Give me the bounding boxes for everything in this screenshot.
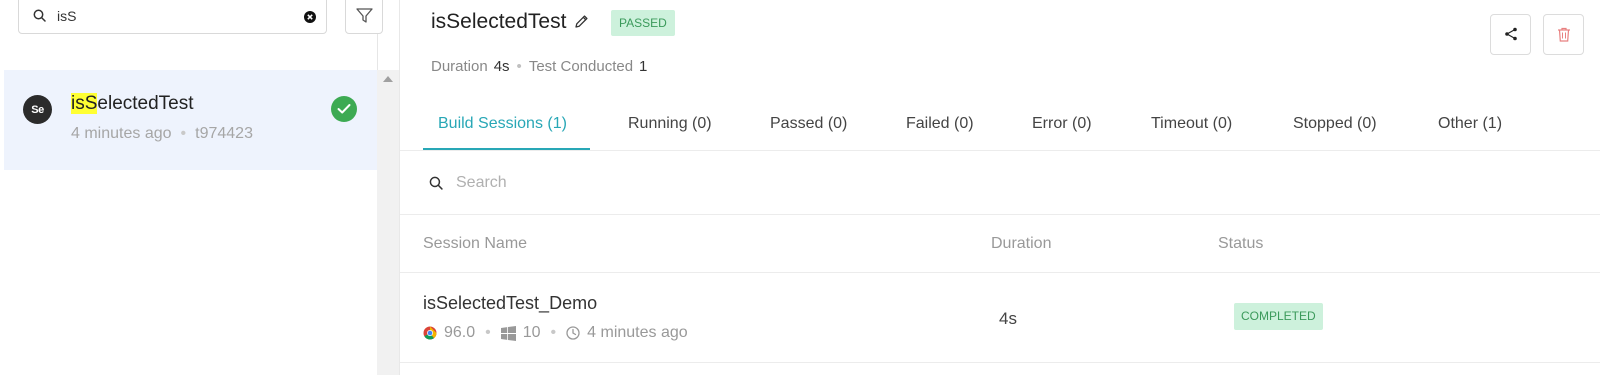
conducted-value: 1: [639, 58, 648, 75]
tab-passed[interactable]: Passed (0): [770, 115, 847, 133]
share-icon: [1505, 27, 1517, 41]
column-duration: Duration: [991, 235, 1052, 252]
session-meta: 96.0 • 10 • 4 minutes ago: [423, 324, 688, 342]
trash-icon: [1558, 27, 1570, 42]
test-meta: 4 minutes ago • t974423: [71, 125, 253, 143]
tab-running[interactable]: Running (0): [628, 115, 712, 133]
separator-dot: •: [180, 125, 187, 142]
session-search-input[interactable]: Search: [456, 174, 507, 192]
status-badge: PASSED: [611, 10, 675, 36]
session-name[interactable]: isSelectedTest_Demo: [423, 293, 597, 314]
tab-failed[interactable]: Failed (0): [906, 115, 974, 133]
delete-button[interactable]: [1543, 14, 1584, 55]
share-button[interactable]: [1490, 14, 1531, 55]
search-value[interactable]: isS: [57, 8, 76, 24]
page-title: isSelectedTest: [431, 10, 567, 33]
sidebar-scrollbar[interactable]: [377, 70, 399, 375]
test-id: t974423: [195, 125, 253, 142]
session-status-badge: COMPLETED: [1234, 303, 1323, 330]
test-name-rest: electedTest: [97, 93, 194, 114]
edit-icon[interactable]: [574, 14, 589, 34]
table-header: Session Name Duration Status: [400, 215, 1600, 273]
test-summary: Duration 4s • Test Conducted 1: [431, 58, 647, 75]
scroll-up-arrow-icon[interactable]: [383, 76, 393, 82]
tab-build-sessions[interactable]: Build Sessions (1): [438, 115, 567, 133]
test-time: 4 minutes ago: [71, 125, 172, 142]
session-search[interactable]: Search: [400, 151, 1600, 215]
test-list-item[interactable]: Se isSelectedTest 4 minutes ago • t974423: [4, 70, 377, 170]
check-icon: [337, 104, 351, 114]
table-row[interactable]: isSelectedTest_Demo 96.0 • 10 • 4 minute…: [400, 273, 1600, 363]
separator-dot: •: [550, 324, 557, 341]
browser-version: 96.0: [444, 324, 476, 341]
right-pane: isSelectedTest PASSED Duration 4s • Test Co…: [399, 0, 1600, 375]
tab-other[interactable]: Other (1): [1438, 115, 1502, 133]
column-session-name: Session Name: [423, 235, 528, 252]
left-pane: isS Se isSelectedTest 4 minutes ago • t974…: [0, 0, 383, 375]
column-status: Status: [1218, 235, 1264, 252]
separator-dot: •: [516, 58, 522, 75]
clock-icon: [566, 326, 580, 340]
search-highlight: isS: [71, 93, 98, 114]
os-version: 10: [522, 324, 541, 341]
tab-stopped[interactable]: Stopped (0): [1293, 115, 1377, 133]
test-name: isSelectedTest: [71, 93, 194, 115]
filter-icon: [356, 8, 373, 23]
search-icon: [33, 9, 46, 27]
tab-error[interactable]: Error (0): [1032, 115, 1092, 133]
clear-icon[interactable]: [304, 10, 316, 28]
test-search-input[interactable]: isS: [18, 0, 327, 34]
tab-timeout[interactable]: Timeout (0): [1151, 115, 1232, 133]
conducted-label: Test Conducted: [528, 58, 634, 75]
duration-value: 4s: [493, 58, 510, 75]
search-icon: [429, 176, 443, 195]
session-time: 4 minutes ago: [587, 324, 688, 341]
windows-icon: [500, 325, 516, 341]
duration-label: Duration: [431, 58, 488, 75]
separator-dot: •: [485, 324, 491, 341]
session-duration: 4s: [999, 309, 1017, 328]
filter-button[interactable]: [345, 0, 383, 34]
passed-status-icon: [331, 96, 357, 122]
selenium-avatar: Se: [23, 95, 52, 124]
chrome-icon: [423, 326, 437, 340]
